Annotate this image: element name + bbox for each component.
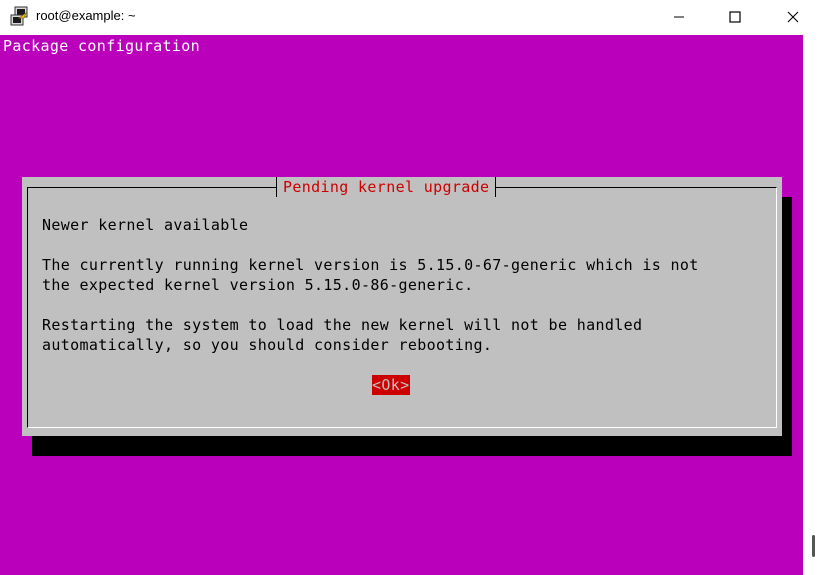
maximize-icon bbox=[729, 11, 741, 23]
maximize-button[interactable] bbox=[711, 0, 759, 34]
ok-button[interactable]: <Ok> bbox=[372, 375, 410, 395]
minimize-icon bbox=[674, 16, 684, 18]
dialog-text-line: automatically, so you should consider re… bbox=[42, 336, 493, 354]
close-button[interactable] bbox=[769, 0, 817, 34]
close-icon bbox=[787, 11, 799, 23]
window-titlebar[interactable]: root@example: ~ bbox=[0, 0, 823, 34]
dialog-text-line: the expected kernel version 5.15.0-86-ge… bbox=[42, 276, 474, 294]
putty-icon[interactable] bbox=[9, 6, 31, 28]
dialog-text-line: The currently running kernel version is … bbox=[42, 256, 699, 274]
scrollbar-thumb[interactable] bbox=[812, 535, 815, 557]
window-title: root@example: ~ bbox=[36, 8, 136, 23]
minimize-button[interactable] bbox=[655, 0, 703, 34]
kernel-upgrade-dialog: Pending kernel upgrade Newer kernel avai… bbox=[22, 177, 782, 436]
dialog-title-frame: Pending kernel upgrade bbox=[276, 177, 497, 197]
dialog-text-line: Newer kernel available bbox=[42, 216, 249, 234]
dialog-title: Pending kernel upgrade bbox=[283, 178, 490, 196]
terminal-screen[interactable]: Package configuration Pending kernel upg… bbox=[0, 35, 803, 575]
dialog-text-line: Restarting the system to load the new ke… bbox=[42, 316, 643, 334]
terminal-scrollbar[interactable] bbox=[803, 35, 823, 575]
package-configuration-header: Package configuration bbox=[3, 37, 200, 55]
